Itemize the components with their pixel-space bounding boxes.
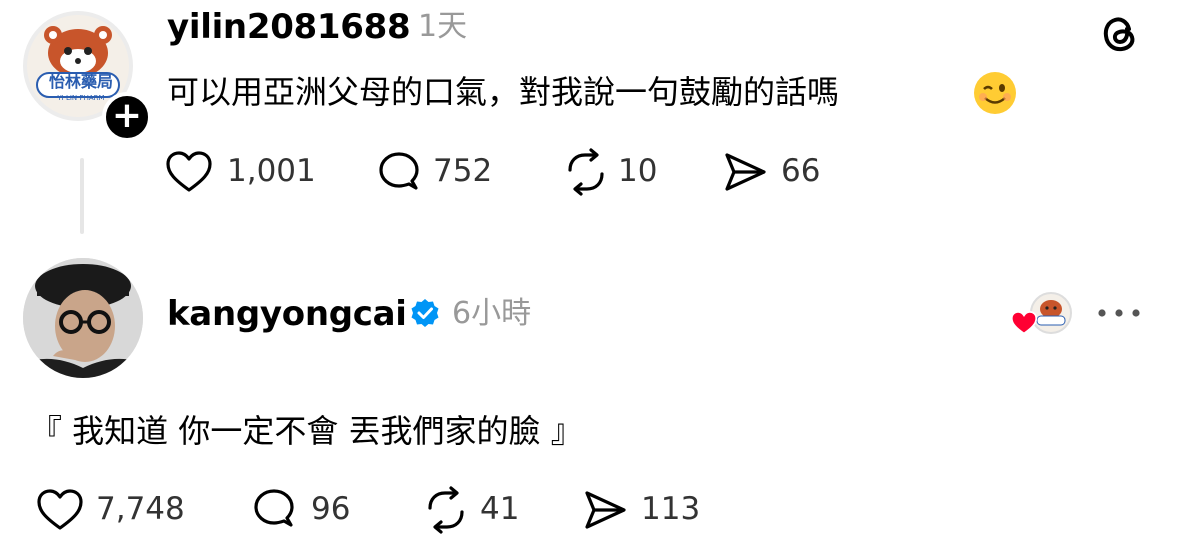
repost-icon[interactable]: [422, 486, 470, 534]
more-icon[interactable]: [1097, 306, 1141, 320]
reply-text: 『 我知道 你一定不會 丟我們家的臉 』: [30, 412, 583, 450]
like-heart-icon[interactable]: [165, 150, 213, 194]
reply-like-count: 7,748: [96, 491, 185, 527]
reply-username[interactable]: kangyongcai: [167, 297, 407, 331]
plus-icon: +: [111, 95, 143, 136]
comment-icon[interactable]: [251, 487, 297, 533]
avatar-brand-text: 怡林藥局: [48, 72, 113, 91]
post-repost-count: 10: [618, 153, 658, 189]
winking-face-icon: [972, 70, 1018, 116]
share-icon[interactable]: [582, 488, 628, 532]
liked-heart-icon: [1010, 310, 1038, 336]
reply-reply-count: 96: [311, 491, 351, 527]
reply-time: 6小時: [452, 296, 532, 331]
thread-connector-line: [80, 158, 84, 234]
verified-icon: [410, 298, 440, 328]
threads-logo-icon[interactable]: [1098, 12, 1142, 56]
post-text: 可以用亞洲父母的口氣，對我說一句鼓勵的話嗎: [167, 76, 839, 108]
repost-icon[interactable]: [562, 148, 610, 196]
reply-avatar-portrait: [23, 258, 143, 378]
post-time: 1天: [418, 9, 468, 44]
reply-repost-count: 41: [480, 491, 520, 527]
comment-icon[interactable]: [376, 150, 422, 196]
post-text-content: 可以用亞洲父母的口氣，對我說一句鼓勵的話嗎: [167, 73, 840, 111]
follow-plus-button[interactable]: +: [102, 92, 152, 142]
reply-share-count: 113: [641, 491, 701, 527]
share-icon[interactable]: [722, 150, 768, 194]
post-like-count: 1,001: [227, 153, 316, 189]
post-share-count: 66: [781, 153, 821, 189]
post-username[interactable]: yilin2081688: [167, 10, 411, 44]
post-reply-count: 752: [433, 153, 493, 189]
like-heart-icon[interactable]: [36, 488, 84, 532]
reply-avatar[interactable]: [23, 258, 143, 378]
author-liked-badge: [1010, 292, 1074, 336]
